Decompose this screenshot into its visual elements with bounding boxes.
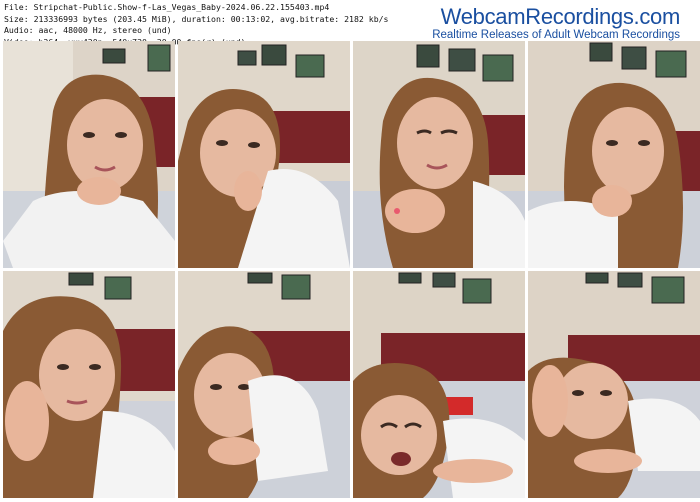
brand-tagline: Realtime Releases of Adult Webcam Record… bbox=[432, 29, 680, 41]
frame-image bbox=[178, 271, 350, 498]
frame-image bbox=[353, 271, 525, 498]
video-thumbnail-2[interactable] bbox=[178, 41, 350, 268]
video-thumbnail-4[interactable] bbox=[528, 41, 700, 268]
audio-info-line: Audio: aac, 48000 Hz, stereo (und) bbox=[4, 25, 172, 36]
video-thumbnail-1[interactable] bbox=[3, 41, 175, 268]
frame-image bbox=[3, 41, 175, 268]
frame-image bbox=[3, 271, 175, 498]
video-thumbnail-7[interactable] bbox=[353, 271, 525, 498]
watermark-logo: WebcamRecordings.com Realtime Releases o… bbox=[432, 4, 680, 42]
video-thumbnail-3[interactable] bbox=[353, 41, 525, 268]
frame-image bbox=[178, 41, 350, 268]
video-thumbnail-5[interactable] bbox=[3, 271, 175, 498]
file-name-line: File: Stripchat-Public.Show-f-Las_Vegas_… bbox=[4, 2, 330, 12]
thumbnail-grid bbox=[3, 41, 700, 498]
frame-image bbox=[528, 41, 700, 268]
video-thumbnail-6[interactable] bbox=[178, 271, 350, 498]
frame-image bbox=[353, 41, 525, 268]
file-size-line: Size: 213336993 bytes (203.45 MiB), dura… bbox=[4, 13, 389, 24]
frame-image bbox=[528, 271, 700, 498]
brand-name: WebcamRecordings.com bbox=[440, 4, 681, 29]
video-thumbnail-8[interactable] bbox=[528, 271, 700, 498]
